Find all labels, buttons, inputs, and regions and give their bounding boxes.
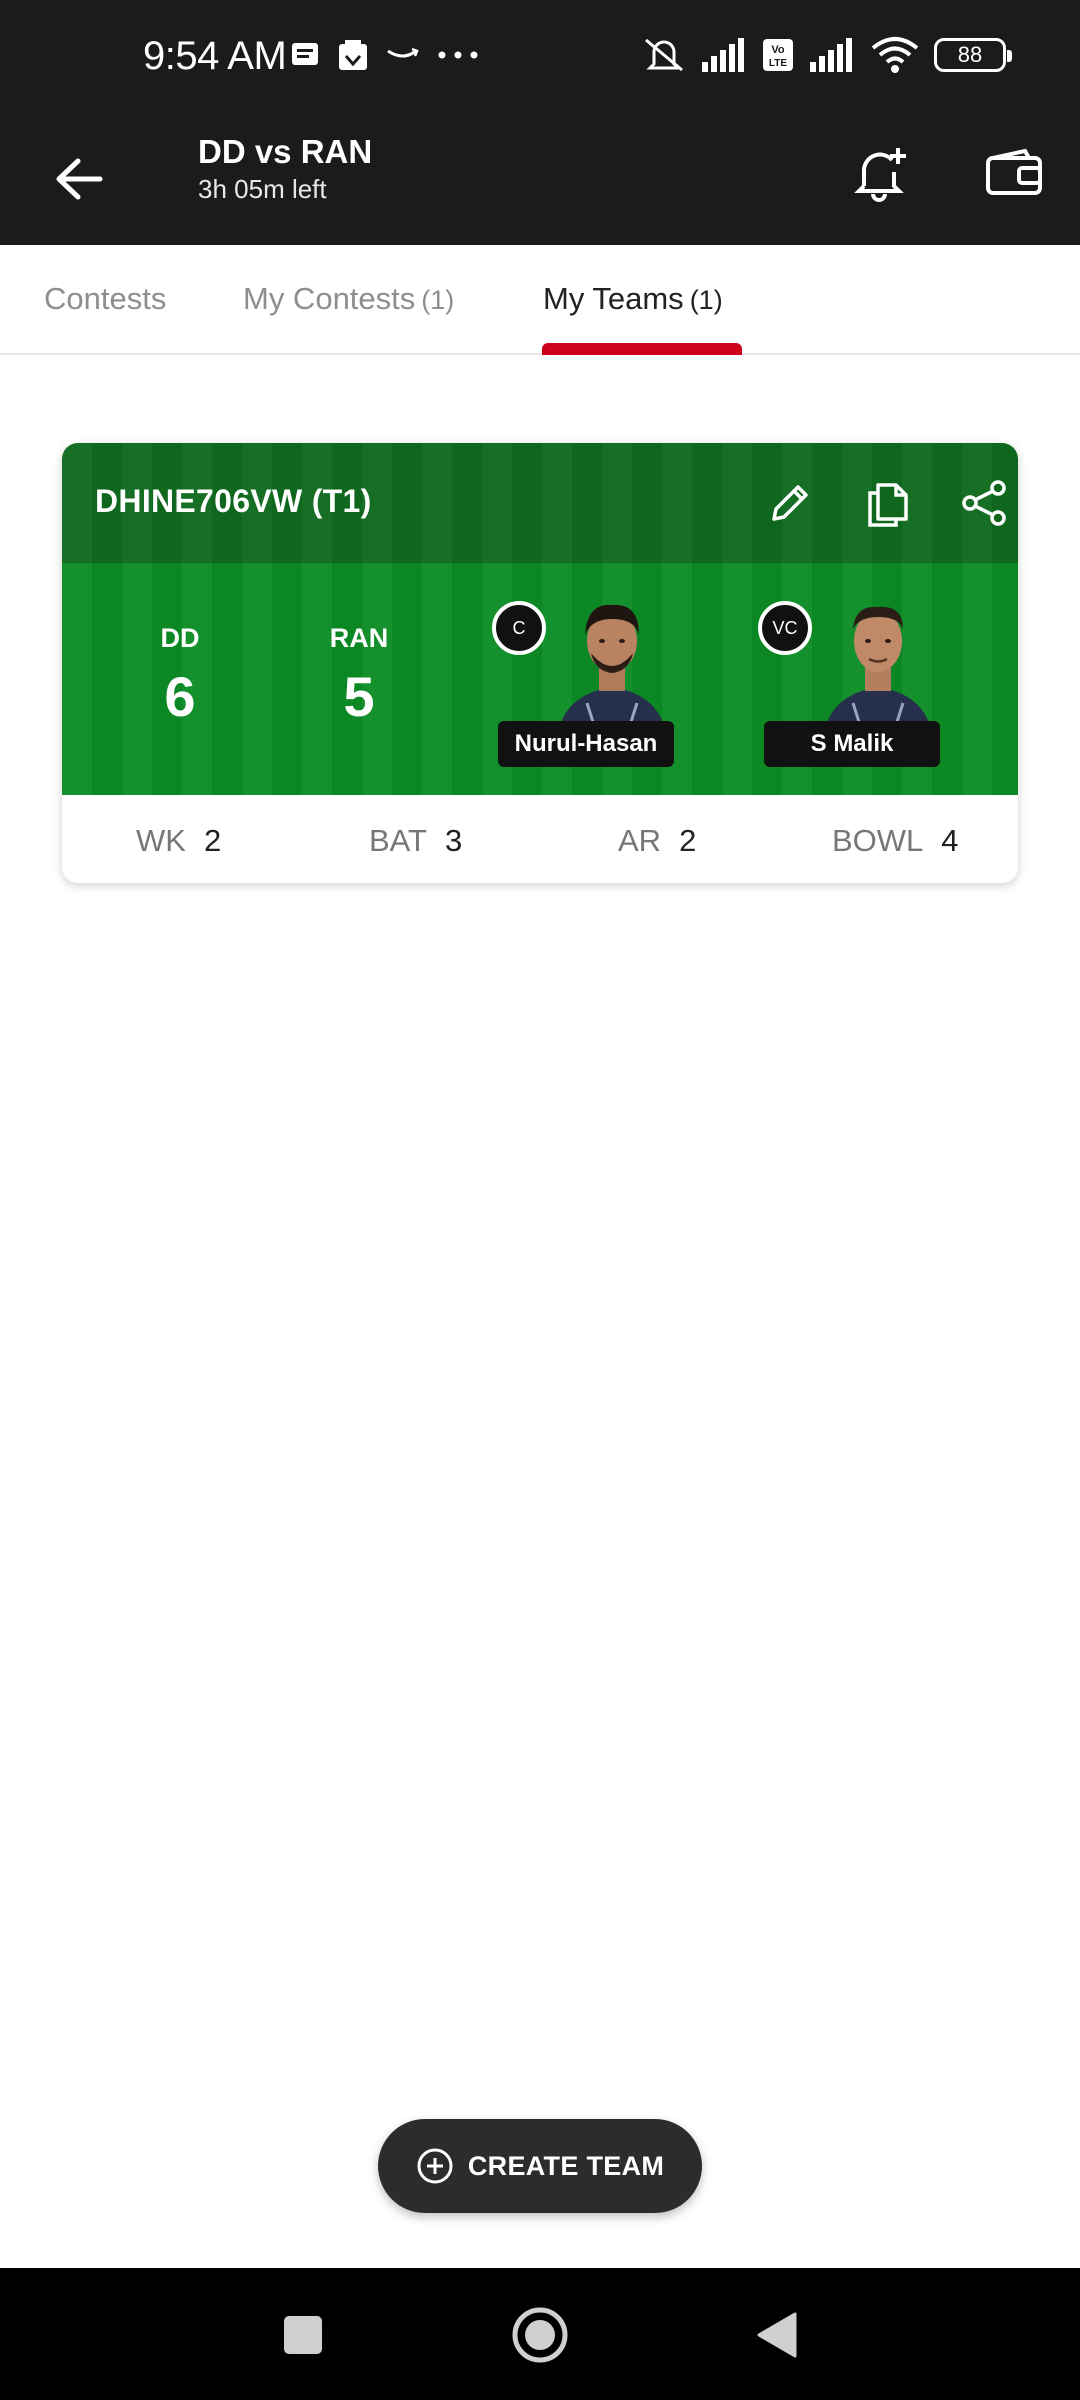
copy-team-button[interactable] (858, 473, 918, 533)
team-abbr: DD (160, 623, 200, 653)
vice-captain-player: VC S Malik (758, 583, 998, 783)
tab-bar: Contests My Contests (1) My Teams (1) (0, 245, 1080, 355)
back-nav-button[interactable] (742, 2300, 812, 2370)
tab-contests[interactable]: Contests (44, 281, 166, 317)
status-left-icons (290, 38, 480, 72)
status-right-icons: Vo LTE 88 (642, 36, 1012, 74)
captain-name: Nurul-Hasan (498, 721, 674, 767)
wallet-button[interactable] (978, 136, 1050, 208)
tab-my-contests[interactable]: My Contests (1) (243, 281, 454, 317)
role-label: WK (136, 823, 186, 858)
active-tab-indicator (542, 343, 742, 355)
role-summary: WK 2 BAT 3 AR 2 BOWL 4 (62, 795, 1018, 883)
tab-label: My Teams (543, 281, 684, 316)
role-label: BOWL (832, 823, 924, 858)
home-button[interactable] (505, 2300, 575, 2370)
plus-circle-icon (417, 2148, 453, 2184)
back-triangle-icon (757, 2312, 797, 2358)
role-count: 4 (941, 823, 959, 858)
team-player-count: 5 (343, 665, 375, 728)
role-bat: BAT 3 (369, 823, 462, 859)
match-title: DD vs RAN (198, 133, 373, 170)
tab-count: (1) (689, 285, 723, 315)
player-photo (813, 583, 943, 742)
home-circle-icon (512, 2307, 568, 2363)
wifi-icon (871, 37, 919, 73)
svg-text:Vo: Vo (771, 44, 785, 56)
share-icon (962, 480, 1006, 526)
status-time: 9:54 AM (143, 34, 287, 78)
team-card-header: DHINE706VW (T1) (62, 443, 1018, 563)
role-count: 2 (203, 823, 222, 858)
team-name: DHINE706VW (T1) (95, 483, 372, 519)
system-nav-bar (0, 2268, 1080, 2400)
role-ar: AR 2 (618, 823, 696, 859)
captain-badge: C (492, 601, 546, 655)
edit-icon (772, 485, 808, 521)
team-player-count: 6 (164, 665, 196, 728)
captain-player: C Nurul-Hasan (492, 583, 732, 783)
role-bowl: BOWL 4 (832, 823, 959, 859)
role-count: 2 (679, 823, 697, 858)
app-bar: DD vs RAN 3h 05m left (0, 120, 1080, 245)
tab-label: Contests (44, 281, 167, 316)
share-team-button[interactable] (954, 473, 1014, 533)
status-bar: 9:54 AM Vo LTE 88 (0, 0, 1080, 120)
team-card-pitch: DD 6 RAN 5 C Nurul-Hasan VC S Malik (62, 563, 1018, 795)
tab-label: My Contests (243, 281, 416, 316)
square-icon (284, 2316, 322, 2354)
recents-button[interactable] (268, 2300, 338, 2370)
time-left: 3h 05m left (198, 174, 327, 204)
create-team-button[interactable]: CREATE TEAM (378, 2119, 702, 2213)
tab-count: (1) (421, 285, 455, 315)
role-wk: WK 2 (136, 823, 221, 859)
tab-my-teams[interactable]: My Teams (1) (543, 281, 723, 317)
app-icon (339, 40, 367, 70)
copy-icon (868, 483, 908, 527)
team-abbr: RAN (329, 623, 389, 653)
message-icon (292, 43, 318, 65)
vice-captain-name: S Malik (764, 721, 940, 767)
mute-icon (645, 38, 683, 72)
signal-icon (702, 38, 744, 72)
battery-icon: 88 (934, 38, 1012, 72)
role-label: BAT (369, 823, 427, 858)
signal-icon (810, 38, 852, 72)
volte-icon: Vo LTE (763, 39, 793, 71)
back-arrow-icon (56, 158, 103, 200)
back-button[interactable] (44, 144, 114, 214)
player-photo (547, 583, 677, 742)
team-count-dd: DD 6 (120, 623, 240, 729)
bell-plus-icon (854, 148, 906, 202)
edit-team-button[interactable] (760, 473, 820, 533)
reminder-button[interactable] (846, 136, 918, 208)
vice-captain-badge: VC (758, 601, 812, 655)
role-label: AR (618, 823, 662, 858)
svg-text:LTE: LTE (769, 58, 787, 69)
create-team-label: CREATE TEAM (467, 2150, 665, 2181)
role-count: 3 (445, 823, 463, 858)
team-card[interactable]: DHINE706VW (T1) DD 6 RAN 5 C Nurul-Hasan… (62, 443, 1018, 883)
amazon-icon (387, 47, 419, 58)
team-count-ran: RAN 5 (299, 623, 419, 729)
wallet-icon (986, 148, 1042, 195)
more-dots-icon (438, 51, 478, 59)
